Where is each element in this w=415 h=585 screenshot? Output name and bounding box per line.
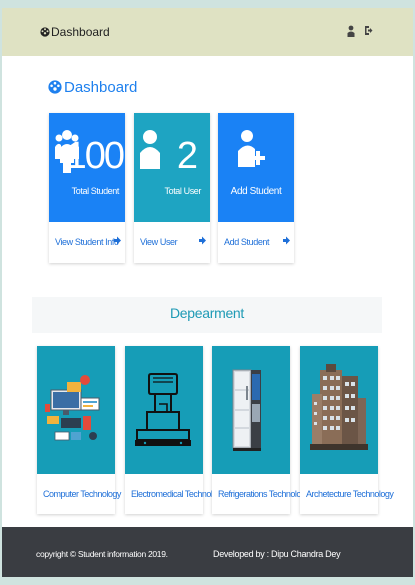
department-label: Refrigerations Technology bbox=[218, 489, 310, 499]
brand-label: Dashboard bbox=[51, 25, 110, 39]
arrow-right-icon bbox=[283, 236, 290, 245]
card-add-student: Add Student Add Student bbox=[218, 113, 294, 263]
arrow-right-icon bbox=[114, 236, 121, 245]
card-total-student: 100 Total Student View Student Info bbox=[49, 113, 125, 263]
card-caption: Total Student bbox=[71, 186, 120, 196]
department-card-refrigeration[interactable]: Refrigerations Technology bbox=[212, 346, 310, 514]
card-add-student-panel[interactable]: Add Student bbox=[218, 113, 294, 222]
dashboard-icon bbox=[48, 80, 62, 94]
user-icon[interactable] bbox=[347, 25, 355, 37]
card-caption: Add Student bbox=[230, 186, 282, 197]
user-icon bbox=[140, 130, 160, 169]
view-user-link[interactable]: View User bbox=[140, 236, 206, 247]
department-card-architecture[interactable]: Archetecture Technology bbox=[300, 346, 394, 514]
department-card-computer[interactable]: Computer Technology bbox=[37, 346, 121, 514]
copyright-text: copyright © Student information 2019. bbox=[36, 549, 168, 559]
department-card-electromedical[interactable]: Electromedical Technology bbox=[125, 346, 226, 514]
department-heading-bar: Depearment bbox=[32, 297, 382, 333]
add-student-link[interactable]: Add Student bbox=[224, 236, 290, 247]
card-number: 100 bbox=[65, 135, 125, 177]
top-navbar: Dashboard bbox=[2, 8, 413, 56]
building bbox=[300, 346, 378, 474]
view-student-info-link[interactable]: View Student Info bbox=[55, 236, 121, 247]
refrigerator bbox=[212, 346, 290, 474]
department-label: Computer Technology bbox=[43, 489, 121, 499]
electromedical-machine bbox=[125, 346, 203, 474]
card-caption: Total User bbox=[164, 186, 201, 196]
arrow-right-icon bbox=[199, 236, 206, 245]
dashboard-icon bbox=[40, 27, 50, 37]
developer-credit: Developed by : Dipu Chandra Dey bbox=[213, 549, 341, 559]
logout-icon[interactable] bbox=[364, 25, 373, 36]
navbar-brand[interactable]: Dashboard bbox=[40, 25, 110, 39]
footer: copyright © Student information 2019. De… bbox=[2, 527, 413, 577]
card-total-user: 2 Total User View User bbox=[134, 113, 210, 263]
page-title: Dashboard bbox=[48, 76, 137, 98]
card-total-user-panel: 2 Total User bbox=[134, 113, 210, 222]
computer-illustration bbox=[37, 346, 115, 474]
card-number: 2 bbox=[176, 135, 198, 177]
add-user-icon bbox=[238, 130, 265, 167]
department-label: Electromedical Technology bbox=[131, 489, 226, 499]
card-total-student-panel: 100 Total Student bbox=[49, 113, 125, 222]
page-title-text: Dashboard bbox=[64, 78, 138, 96]
department-label: Archetecture Technology bbox=[306, 489, 394, 499]
department-heading: Depearment bbox=[169, 305, 245, 321]
